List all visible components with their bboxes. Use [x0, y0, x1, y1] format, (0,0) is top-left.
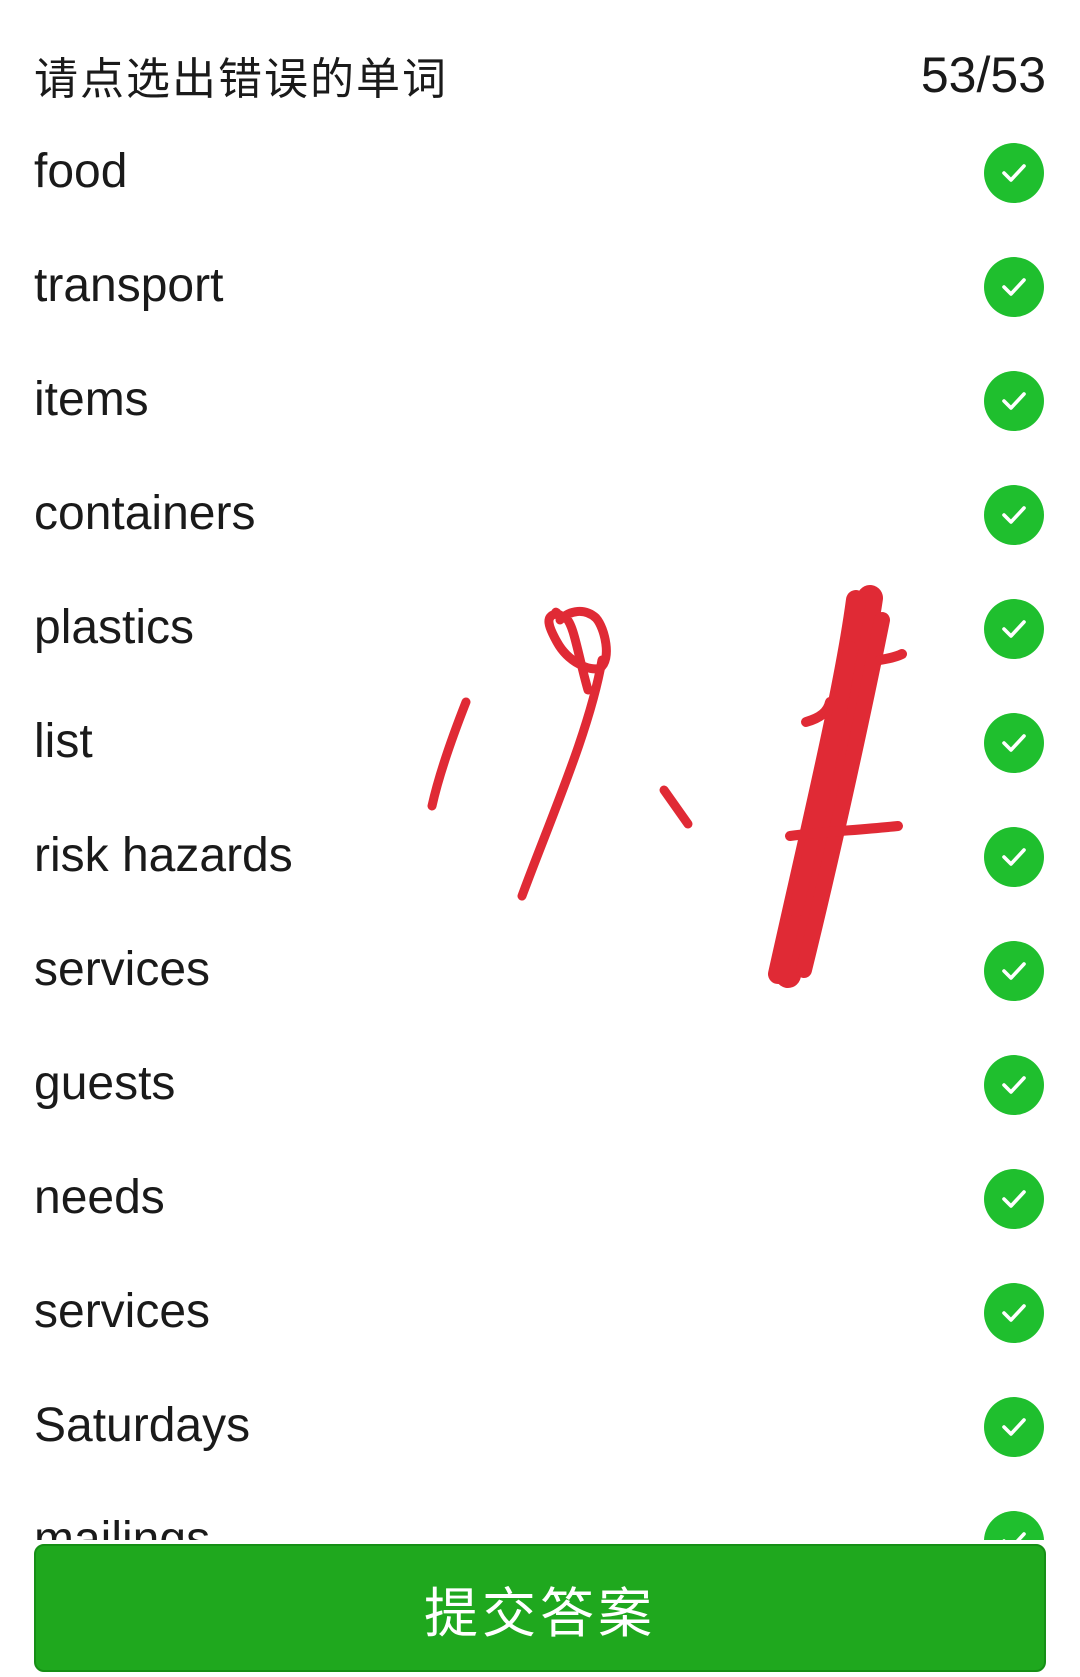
- word-row[interactable]: mailings: [34, 1484, 1046, 1540]
- check-circle-icon: [984, 371, 1044, 431]
- check-circle-icon: [984, 1511, 1044, 1540]
- check-circle-icon: [984, 1283, 1044, 1343]
- check-circle-icon: [984, 143, 1044, 203]
- check-circle-icon: [984, 1397, 1044, 1457]
- word-text: transport: [34, 258, 224, 312]
- check-circle-icon: [984, 713, 1044, 773]
- check-circle-icon: [984, 827, 1044, 887]
- word-row[interactable]: food: [34, 116, 1046, 230]
- header: 请点选出错误的单词 53/53: [34, 40, 1046, 110]
- submit-label: 提交答案: [424, 1581, 656, 1645]
- word-text: guests: [34, 1056, 176, 1110]
- word-row[interactable]: items: [34, 344, 1046, 458]
- word-row[interactable]: services: [34, 914, 1046, 1028]
- word-text: items: [34, 372, 149, 426]
- word-row[interactable]: guests: [34, 1028, 1046, 1142]
- word-row[interactable]: list: [34, 686, 1046, 800]
- check-circle-icon: [984, 257, 1044, 317]
- word-row[interactable]: plastics: [34, 572, 1046, 686]
- word-text: needs: [34, 1170, 165, 1224]
- word-text: containers: [34, 486, 256, 540]
- word-text: risk hazards: [34, 828, 293, 882]
- word-row[interactable]: transport: [34, 230, 1046, 344]
- page-title: 请点选出错误的单词: [34, 54, 448, 105]
- word-text: Saturdays: [34, 1398, 251, 1452]
- word-row[interactable]: services: [34, 1256, 1046, 1370]
- check-circle-icon: [984, 599, 1044, 659]
- word-text: plastics: [34, 600, 195, 654]
- check-circle-icon: [984, 941, 1044, 1001]
- word-text: mailings: [34, 1512, 211, 1541]
- progress-counter: 53/53: [920, 47, 1046, 103]
- word-row[interactable]: containers: [34, 458, 1046, 572]
- word-text: services: [34, 942, 211, 996]
- check-circle-icon: [984, 1169, 1044, 1229]
- word-list: food transport items containers plastics…: [34, 116, 1046, 1540]
- word-text: services: [34, 1284, 211, 1338]
- submit-button[interactable]: 提交答案: [34, 1544, 1046, 1672]
- check-circle-icon: [984, 1055, 1044, 1115]
- check-circle-icon: [984, 485, 1044, 545]
- word-row[interactable]: risk hazards: [34, 800, 1046, 914]
- word-text: list: [34, 714, 93, 768]
- word-row[interactable]: needs: [34, 1142, 1046, 1256]
- word-row[interactable]: Saturdays: [34, 1370, 1046, 1484]
- word-text: food: [34, 144, 128, 198]
